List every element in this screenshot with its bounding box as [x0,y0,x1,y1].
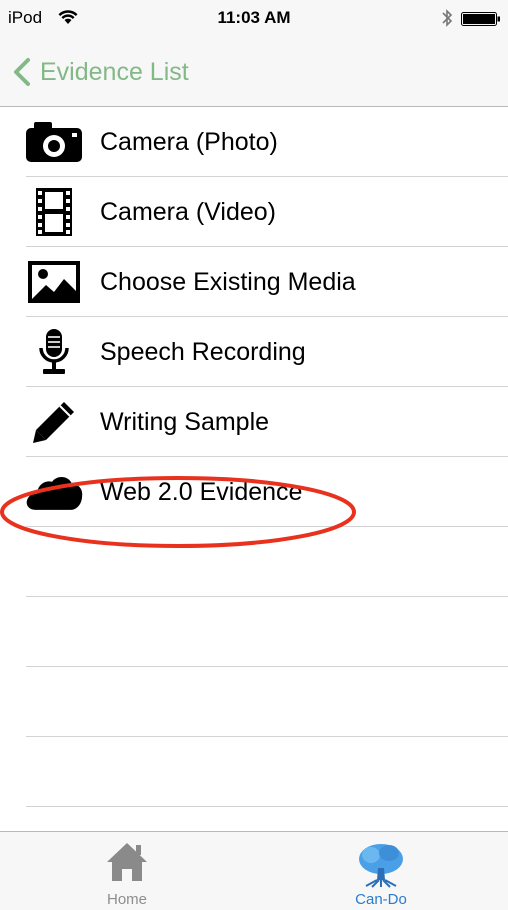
navigation-bar: Evidence List [0,40,508,107]
tab-home[interactable]: Home [0,832,254,910]
house-icon [106,842,148,887]
empty-row [0,667,508,737]
image-icon [24,257,84,307]
list-item-label: Choose Existing Media [100,268,356,296]
bluetooth-icon [441,8,453,33]
list-item-speech-recording[interactable]: Speech Recording [0,317,508,387]
chevron-left-icon [12,57,32,87]
back-button-label: Evidence List [40,57,189,86]
status-bar: iPod 11:03 AM [0,0,508,40]
battery-icon [461,12,501,31]
cloud-icon [24,467,84,517]
list-item-camera-video[interactable]: Camera (Video) [0,177,508,247]
pencil-icon [24,397,84,447]
evidence-type-list: Camera (Photo) Camera (Video) Choose Exi… [0,107,508,807]
list-item-camera-photo[interactable]: Camera (Photo) [0,107,508,177]
empty-row [0,527,508,597]
list-item-label: Web 2.0 Evidence [100,478,303,506]
list-item-web-evidence[interactable]: Web 2.0 Evidence [0,457,508,527]
film-strip-icon [24,187,84,237]
list-item-label: Speech Recording [100,338,306,366]
tab-label: Home [106,891,147,908]
tab-label: Can-Do [355,891,407,908]
clock: 11:03 AM [217,8,291,27]
microphone-icon [24,327,84,377]
list-item-choose-existing-media[interactable]: Choose Existing Media [0,247,508,317]
list-item-label: Camera (Photo) [100,128,278,156]
list-item-writing-sample[interactable]: Writing Sample [0,387,508,457]
tab-bar: Home Can-Do [0,831,508,910]
back-button[interactable]: Evidence List [12,54,189,90]
list-item-label: Writing Sample [100,408,270,436]
tree-icon [356,842,406,893]
empty-row [0,737,508,807]
empty-row [0,597,508,667]
camera-icon [24,117,84,167]
list-item-label: Camera (Video) [100,198,277,226]
tab-can-do[interactable]: Can-Do [254,832,508,910]
